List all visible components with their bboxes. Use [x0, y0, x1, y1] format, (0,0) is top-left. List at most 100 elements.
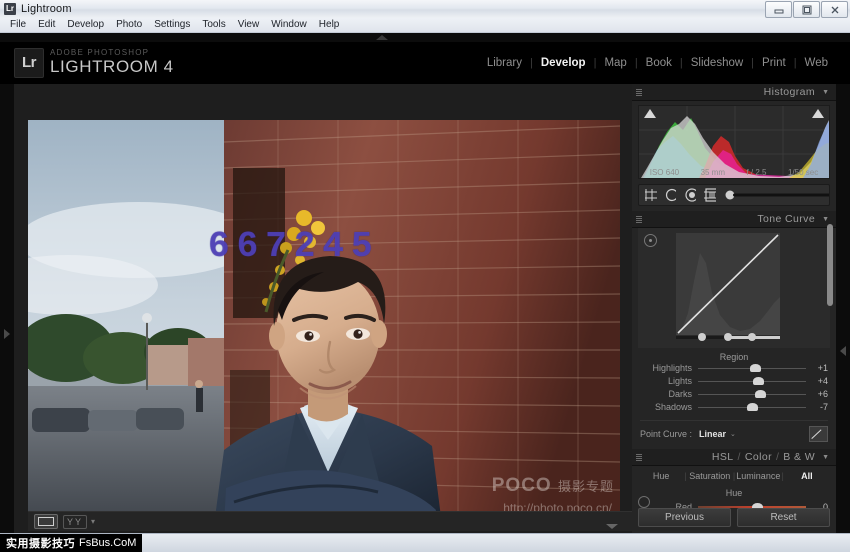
slider-track[interactable] [698, 402, 806, 412]
close-button[interactable] [821, 1, 848, 18]
lightroom-icon: Lr [4, 3, 16, 15]
right-panel-scrollbar[interactable] [827, 224, 833, 306]
right-panel-collapse-bar[interactable] [836, 84, 850, 533]
bw-title[interactable]: B & W [783, 451, 815, 463]
brand-line-1: ADOBE PHOTOSHOP [50, 48, 149, 57]
slider-darks[interactable]: Darks +6 [640, 388, 828, 400]
targeted-adjustment-tool-icon[interactable] [644, 234, 657, 247]
module-develop[interactable]: Develop [533, 57, 594, 69]
module-book[interactable]: Book [638, 57, 680, 69]
color-title[interactable]: Color [745, 451, 772, 463]
chevron-up-icon [376, 35, 388, 40]
slider-label: Lights [640, 376, 698, 386]
close-icon [829, 5, 841, 15]
shadow-clipping-indicator[interactable] [644, 109, 656, 118]
menu-window[interactable]: Window [265, 18, 313, 32]
slider-shadows[interactable]: Shadows -7 [640, 401, 828, 413]
highlight-clipping-indicator[interactable] [812, 109, 824, 118]
module-map[interactable]: Map [596, 57, 634, 69]
slider-label: Shadows [640, 402, 698, 412]
menu-edit[interactable]: Edit [32, 18, 61, 32]
graduated-filter-icon[interactable] [703, 188, 716, 202]
tab-luminance[interactable]: Luminance [735, 471, 781, 481]
point-curve-label: Point Curve : [640, 429, 692, 439]
slider-label: Highlights [640, 363, 698, 373]
tone-curve-panel-header[interactable]: Tone Curve ▼ [632, 211, 836, 228]
tone-curve-graph[interactable] [676, 233, 780, 335]
slider-highlights[interactable]: Highlights +1 [640, 362, 828, 374]
hsl-title[interactable]: HSL [712, 451, 734, 463]
reset-button[interactable]: Reset [737, 508, 830, 527]
minimize-button[interactable] [765, 1, 792, 18]
region-label: Region [632, 352, 836, 362]
module-web[interactable]: Web [797, 57, 836, 69]
chevron-down-icon[interactable]: ▾ [91, 517, 95, 526]
left-panel-collapse-bar[interactable] [0, 84, 14, 533]
midtone-split-handle[interactable] [724, 333, 732, 341]
chevron-down-icon[interactable]: ⌄ [730, 430, 736, 438]
tab-saturation[interactable]: Saturation [687, 471, 733, 481]
photo-artwork [28, 120, 620, 525]
red-eye-correction-icon[interactable] [683, 188, 696, 202]
hsl-title-sep: / [738, 451, 741, 463]
hsl-subtitle: Hue [632, 488, 836, 498]
histogram-shutter-speed: 1/50 sec [788, 168, 818, 177]
tone-curve-plot [676, 233, 780, 335]
hsl-panel-header[interactable]: HSL / Color / B & W ▼ [632, 449, 836, 466]
histogram-graph[interactable]: ISO 640 35 mm f / 2.5 1/50 sec [638, 105, 830, 179]
maximize-button[interactable] [793, 1, 820, 18]
slider-track[interactable] [698, 376, 806, 386]
poco-watermark-brand-cn: 摄影专题 [558, 479, 614, 494]
panel-grip-icon [636, 454, 642, 461]
chevron-left-icon [840, 346, 846, 356]
right-panel: Histogram ▼ [632, 84, 836, 533]
menu-view[interactable]: View [232, 18, 266, 32]
module-print[interactable]: Print [754, 57, 794, 69]
adjustment-brush-icon[interactable] [723, 188, 829, 202]
flag-filter-button[interactable]: YY [63, 515, 87, 529]
menu-settings[interactable]: Settings [148, 18, 196, 32]
histogram-title: Histogram [764, 86, 815, 98]
slider-track[interactable] [698, 389, 806, 399]
hsl-targeted-adjustment-icon[interactable] [638, 496, 650, 508]
menu-help[interactable]: Help [313, 18, 346, 32]
identity-plate-header: Lr ADOBE PHOTOSHOP LIGHTROOM 4 Library |… [0, 42, 850, 84]
crop-overlay-icon[interactable] [644, 188, 657, 202]
menu-develop[interactable]: Develop [61, 18, 110, 32]
top-panel-collapse-bar[interactable] [0, 33, 850, 42]
tab-all[interactable]: All [784, 471, 830, 481]
histogram-metadata: ISO 640 35 mm f / 2.5 1/50 sec [639, 168, 829, 177]
shadows-split-handle[interactable] [698, 333, 706, 341]
module-library[interactable]: Library [479, 57, 530, 69]
chevron-down-icon[interactable]: ▼ [822, 89, 829, 96]
point-curve-value[interactable]: Linear [699, 429, 726, 439]
slider-lights[interactable]: Lights +4 [640, 375, 828, 387]
slider-track[interactable] [698, 363, 806, 373]
tab-hue[interactable]: Hue [638, 471, 684, 481]
lightroom-app: Lr ADOBE PHOTOSHOP LIGHTROOM 4 Library |… [0, 33, 850, 533]
chevron-down-icon[interactable]: ▼ [822, 454, 829, 461]
module-slideshow[interactable]: Slideshow [683, 57, 751, 69]
os-taskbar: 实用摄影技巧 FsBus.CoM [0, 533, 850, 552]
histogram-panel-header[interactable]: Histogram ▼ [632, 84, 836, 101]
menu-photo[interactable]: Photo [110, 18, 148, 32]
photo-image[interactable]: 667245 POCO 摄影专题 http://photo.poco.cn/ [28, 120, 620, 525]
slider-value: +6 [806, 389, 828, 399]
photo-frame: 667245 POCO 摄影专题 http://photo.poco.cn/ [28, 120, 620, 525]
highlights-split-handle[interactable] [748, 333, 756, 341]
menu-tools[interactable]: Tools [196, 18, 231, 32]
menu-file[interactable]: File [4, 18, 32, 32]
poco-watermark: POCO 摄影专题 [492, 475, 614, 497]
spot-removal-icon[interactable] [664, 188, 677, 202]
slider-value: +1 [806, 363, 828, 373]
module-picker: Library | Develop | Map | Book | Slidesh… [479, 57, 836, 69]
histogram-focal-length: 35 mm [701, 168, 725, 177]
window-title: Lightroom [21, 3, 72, 15]
chevron-down-icon[interactable]: ▼ [822, 216, 829, 223]
edit-point-curve-icon[interactable] [809, 426, 828, 442]
taskbar-item[interactable]: 实用摄影技巧 FsBus.CoM [0, 534, 142, 552]
os-title-bar: Lr Lightroom [0, 0, 850, 19]
bottom-panel-collapse-arrow[interactable] [606, 524, 618, 529]
loupe-view-icon[interactable] [34, 514, 58, 529]
previous-button[interactable]: Previous [638, 508, 731, 527]
